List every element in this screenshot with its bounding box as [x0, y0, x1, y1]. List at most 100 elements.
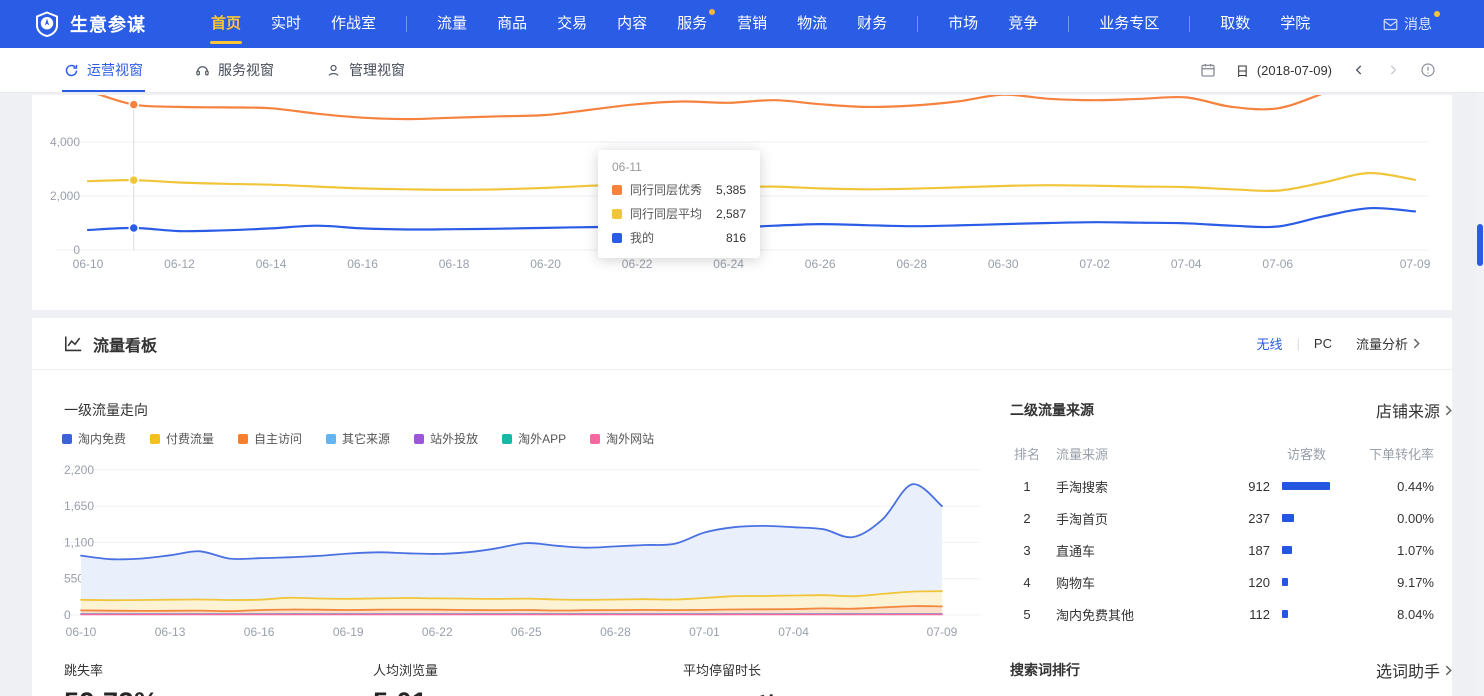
x-tick-label: 06-26: [805, 257, 836, 271]
series-value: 816: [726, 231, 746, 245]
series-value: 2,587: [716, 207, 746, 221]
traffic-board-header: 流量看板 无线 | PC 流量分析: [32, 318, 1452, 370]
series-label: 我的: [630, 229, 654, 246]
nav-item-营销[interactable]: 营销: [722, 0, 782, 48]
toggle-wireless[interactable]: 无线: [1257, 334, 1283, 353]
nav-message[interactable]: 消息: [1383, 14, 1440, 34]
shop-sources-link[interactable]: 店铺来源: [1376, 398, 1452, 422]
x-tick-label: 07-06: [1262, 257, 1293, 271]
legend-swatch: [150, 434, 160, 444]
calendar-icon[interactable]: [1200, 62, 1216, 78]
page-scrollbar-thumb[interactable]: [1477, 224, 1483, 266]
legend-label: 其它来源: [342, 430, 390, 447]
chevron-left-icon[interactable]: [1352, 63, 1366, 77]
legend-swatch: [590, 434, 600, 444]
table-row[interactable]: 1手淘搜索9120.44%: [1010, 470, 1452, 502]
nav-item-流量[interactable]: 流量: [422, 0, 482, 48]
nav-item-服务[interactable]: 服务: [662, 0, 722, 48]
legend-item-淘外网站[interactable]: 淘外网站: [590, 430, 654, 447]
x-tick-label: 07-01: [689, 625, 720, 639]
tooltip-row: 我的 816: [612, 229, 746, 246]
nav-item-学院[interactable]: 学院: [1265, 0, 1325, 48]
series-label: 同行同层平均: [630, 205, 702, 222]
y-tick-label: 0: [73, 243, 80, 257]
col-conversion: 下单转化率: [1326, 444, 1434, 463]
nav-item-商品[interactable]: 商品: [482, 0, 542, 48]
cell-rate: 9.17%: [1338, 575, 1434, 590]
series-value: 5,385: [716, 183, 746, 197]
legend-item-淘外APP[interactable]: 淘外APP: [502, 430, 566, 447]
table-row[interactable]: 3直通车1871.07%: [1010, 534, 1452, 566]
nav-item-物流[interactable]: 物流: [782, 0, 842, 48]
cell-bar: [1270, 482, 1338, 490]
cell-source: 淘内免费其他: [1044, 605, 1200, 624]
legend-item-淘内免费[interactable]: 淘内免费: [62, 430, 126, 447]
nav-divider: [917, 16, 918, 32]
tab-运营视窗[interactable]: 运营视窗: [64, 48, 143, 92]
x-tick-label: 07-09: [927, 625, 958, 639]
cell-rank: 1: [1010, 479, 1044, 494]
headset-icon: [195, 63, 210, 78]
nav-item-取数[interactable]: 取数: [1205, 0, 1265, 48]
legend-swatch: [502, 434, 512, 444]
metric-label: 平均停留时长: [683, 660, 781, 679]
y-tick-label: 1,100: [64, 535, 94, 549]
nav-item-市场[interactable]: 市场: [933, 0, 993, 48]
legend-label: 付费流量: [166, 430, 214, 447]
x-tick-label: 06-25: [511, 625, 542, 639]
x-tick-label: 06-19: [333, 625, 364, 639]
cell-visitors: 912: [1200, 479, 1270, 494]
word-picker-link[interactable]: 选词助手: [1376, 658, 1452, 682]
nav-item-财务[interactable]: 财务: [842, 0, 902, 48]
date-selector[interactable]: 日 (2018-07-09): [1236, 61, 1332, 80]
y-tick-label: 2,000: [50, 189, 80, 203]
tab-管理视窗[interactable]: 管理视窗: [326, 48, 405, 92]
info-icon[interactable]: [1420, 62, 1436, 78]
table-row[interactable]: 5淘内免费其他1128.04%: [1010, 598, 1452, 630]
benchmark-trend-card: 02,0004,00006-1006-1206-1406-1606-1806-2…: [32, 95, 1452, 310]
metric-label: 人均浏览量: [373, 660, 438, 679]
page-scrollbar-track[interactable]: [1476, 48, 1484, 696]
nav-item-交易[interactable]: 交易: [542, 0, 602, 48]
table-row[interactable]: 4购物车1209.17%: [1010, 566, 1452, 598]
legend-label: 淘内免费: [78, 430, 126, 447]
legend-item-其它来源[interactable]: 其它来源: [326, 430, 390, 447]
nav-item-内容[interactable]: 内容: [602, 0, 662, 48]
line-chart-icon: [64, 335, 83, 352]
notification-dot: [709, 9, 715, 15]
legend-item-付费流量[interactable]: 付费流量: [150, 430, 214, 447]
cell-source: 直通车: [1044, 541, 1200, 560]
flow-trend-title: 一级流量走向: [64, 400, 148, 420]
visitors-bar: [1282, 482, 1330, 490]
chevron-right-icon: [1445, 405, 1452, 416]
y-tick-label: 4,000: [50, 135, 80, 149]
cell-bar: [1270, 514, 1338, 522]
metric-pages-per-visit: 人均浏览量 5.01: [373, 660, 438, 696]
x-tick-label: 07-04: [778, 625, 809, 639]
tab-label: 运营视窗: [87, 60, 143, 80]
metric-label: 跳失率: [64, 660, 159, 679]
cell-bar: [1270, 546, 1338, 554]
toggle-pc[interactable]: PC: [1314, 336, 1332, 351]
nav-item-竞争[interactable]: 竞争: [993, 0, 1053, 48]
nav-menu: 首页实时作战室流量商品交易内容服务营销物流财务市场竞争业务专区取数学院: [196, 0, 1325, 48]
nav-item-作战室[interactable]: 作战室: [316, 0, 391, 48]
metric-value: 59.73%: [64, 687, 159, 696]
tab-服务视窗[interactable]: 服务视窗: [195, 48, 274, 92]
chevron-right-icon[interactable]: [1386, 63, 1400, 77]
y-tick-label: 0: [64, 608, 71, 622]
flow-area-chart[interactable]: 05501,1001,6502,20006-1006-1306-1606-190…: [32, 453, 985, 658]
x-tick-label: 07-09: [1400, 257, 1431, 271]
brand[interactable]: 生意参谋: [34, 11, 146, 37]
nav-item-业务专区[interactable]: 业务专区: [1084, 0, 1174, 48]
x-tick-label: 07-02: [1079, 257, 1110, 271]
legend-item-自主访问[interactable]: 自主访问: [238, 430, 302, 447]
traffic-board-title-group: 流量看板: [64, 332, 157, 356]
legend-item-站外投放[interactable]: 站外投放: [414, 430, 478, 447]
view-tabs: 运营视窗 服务视窗 管理视窗: [64, 48, 405, 92]
x-tick-label: 06-28: [896, 257, 927, 271]
nav-item-首页[interactable]: 首页: [196, 0, 256, 48]
traffic-analysis-link[interactable]: 流量分析: [1356, 334, 1420, 353]
table-row[interactable]: 2手淘首页2370.00%: [1010, 502, 1452, 534]
nav-item-实时[interactable]: 实时: [256, 0, 316, 48]
